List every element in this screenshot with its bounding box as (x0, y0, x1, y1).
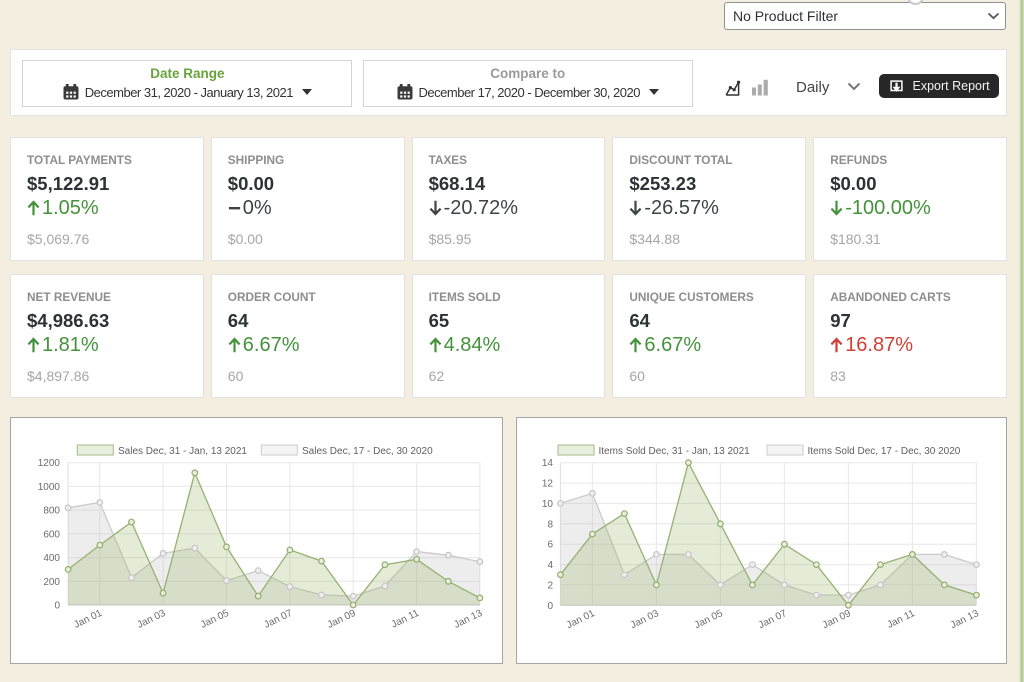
svg-text:Jan 05: Jan 05 (693, 608, 725, 631)
svg-text:14: 14 (542, 458, 554, 469)
svg-text:4: 4 (547, 560, 553, 571)
svg-text:Jan 13: Jan 13 (949, 608, 981, 631)
svg-text:Jan 11: Jan 11 (886, 608, 918, 631)
svg-text:Sales Dec, 31 - Jan, 13 2021: Sales Dec, 31 - Jan, 13 2021 (118, 446, 247, 457)
svg-text:Jan 13: Jan 13 (452, 608, 484, 631)
svg-text:Jan 05: Jan 05 (199, 608, 231, 631)
svg-text:Jan 07: Jan 07 (262, 608, 294, 631)
svg-text:0: 0 (547, 601, 553, 612)
svg-text:Jan 09: Jan 09 (326, 608, 358, 631)
svg-text:Jan 09: Jan 09 (821, 608, 853, 631)
svg-text:Jan 01: Jan 01 (72, 608, 104, 631)
svg-text:10: 10 (542, 499, 554, 510)
svg-text:8: 8 (547, 519, 553, 530)
svg-text:Jan 01: Jan 01 (565, 608, 597, 631)
svg-text:200: 200 (43, 577, 60, 588)
svg-text:6: 6 (547, 540, 553, 551)
svg-text:Jan 07: Jan 07 (757, 608, 789, 631)
svg-text:1000: 1000 (38, 482, 61, 493)
svg-text:1200: 1200 (38, 458, 61, 469)
svg-text:0: 0 (54, 601, 60, 612)
svg-text:Jan 11: Jan 11 (390, 608, 422, 631)
svg-text:Items Sold Dec, 17 - Dec, 30 2: Items Sold Dec, 17 - Dec, 30 2020 (808, 446, 961, 457)
svg-text:Sales Dec, 17 - Dec, 30 2020: Sales Dec, 17 - Dec, 30 2020 (302, 446, 433, 457)
svg-text:600: 600 (43, 529, 60, 540)
svg-text:800: 800 (43, 506, 60, 517)
svg-text:12: 12 (542, 479, 554, 490)
svg-text:2: 2 (547, 580, 553, 591)
svg-text:Jan 03: Jan 03 (136, 608, 168, 631)
svg-text:400: 400 (43, 553, 60, 564)
svg-text:Items Sold Dec, 31 - Jan, 13 2: Items Sold Dec, 31 - Jan, 13 2021 (599, 446, 751, 457)
svg-text:Jan 03: Jan 03 (629, 608, 661, 631)
